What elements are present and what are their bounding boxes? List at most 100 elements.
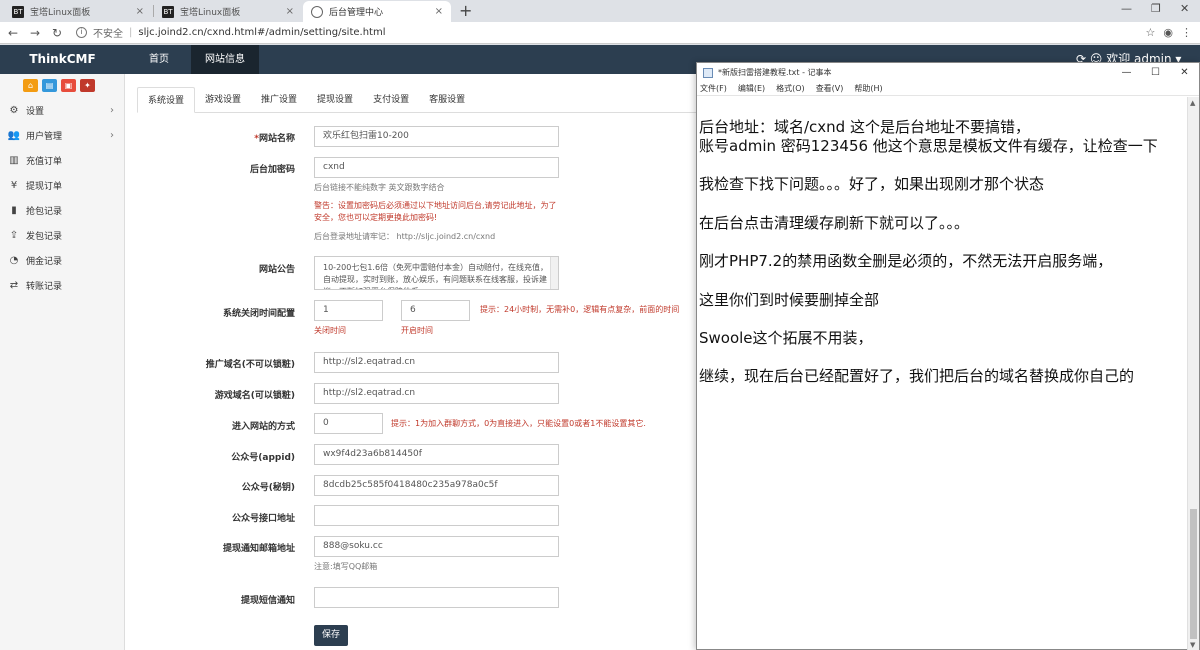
text-line: 这里你们到时候要删掉全部	[699, 290, 880, 309]
admin-code-hint: 后台链接不能纯数字 英文跟数字结合	[314, 183, 445, 192]
globe-icon	[311, 5, 323, 18]
text-line	[699, 156, 1189, 175]
browser-tab-3[interactable]: 后台管理中心 ×	[303, 1, 451, 22]
notepad-icon	[703, 67, 713, 78]
open-time-input[interactable]: 6	[401, 300, 470, 321]
browser-tab-2[interactable]: BT 宝塔Linux面板 ×	[154, 1, 302, 22]
scroll-up-icon[interactable]: ▲	[1190, 99, 1195, 107]
url-divider: |	[129, 27, 133, 38]
scroll-thumb[interactable]	[1190, 509, 1197, 639]
browser-tab-1[interactable]: BT 宝塔Linux面板 ×	[4, 1, 152, 22]
window-close-icon[interactable]: ✕	[1180, 2, 1189, 15]
close-icon[interactable]: ×	[136, 6, 144, 17]
browser-tab-bar: BT 宝塔Linux面板 × BT 宝塔Linux面板 × 后台管理中心 × +…	[0, 0, 1200, 22]
sidebar-item-label: 佣金记录	[26, 257, 63, 267]
sidebar-item-grab-records[interactable]: ▮ 抢包记录	[0, 198, 124, 223]
back-icon[interactable]: ←	[4, 26, 22, 40]
notice-label: 网站公告	[258, 265, 295, 275]
menu-view[interactable]: 查看(V)	[816, 83, 844, 94]
nav-site-info[interactable]: 网站信息	[191, 45, 259, 74]
admin-login-url-hint: 后台登录地址请牢记： http://sljc.joind2.cn/cxnd	[314, 232, 496, 241]
notepad-titlebar[interactable]: *新版扫雷搭建教程.txt - 记事本 — ☐ ✕	[697, 63, 1199, 82]
star-icon[interactable]: ☆	[1146, 26, 1156, 39]
textarea-scrollbar[interactable]	[550, 257, 558, 289]
close-time-input[interactable]: 1	[314, 300, 383, 321]
minimize-icon[interactable]: —	[1112, 67, 1141, 78]
entry-mode-input[interactable]: 0	[314, 413, 383, 434]
tab-label: 宝塔Linux面板	[180, 8, 241, 18]
upload-icon: ⇪	[9, 230, 19, 241]
sidebar-item-settings[interactable]: ⚙ 设置 ›	[0, 98, 124, 123]
sidebar-item-send-records[interactable]: ⇪ 发包记录	[0, 223, 124, 248]
scroll-down-icon[interactable]: ▼	[1190, 641, 1195, 649]
notepad-menubar: 文件(F) 编辑(E) 格式(O) 查看(V) 帮助(H)	[697, 82, 1199, 96]
close-time-caption: 关闭时间	[314, 326, 346, 335]
info-icon[interactable]: i	[76, 27, 87, 38]
document-icon[interactable]: ▤	[42, 79, 57, 92]
admin-code-warning: 警告：设置加密码后必须通过以下地址访问后台,请劳记此地址，为了安全，您也可以定期…	[314, 201, 557, 222]
yen-icon: ¥	[10, 180, 18, 191]
url-text: sljc.joind2.cn/cxnd.html#/admin/setting/…	[138, 27, 386, 38]
text-line	[699, 348, 1189, 367]
forward-icon[interactable]: →	[26, 26, 44, 40]
game-domain-input[interactable]: http://sl2.eqatrad.cn	[314, 383, 559, 404]
text-line: 刚才PHP7.2的禁用函数全删是必须的，不然无法开启服务端，	[699, 252, 1113, 271]
tab-system-settings[interactable]: 系统设置	[137, 87, 196, 113]
text-line	[699, 271, 1189, 290]
sidebar-item-withdraw-orders[interactable]: ¥ 提现订单	[0, 173, 124, 198]
restore-icon[interactable]: ❐	[1151, 2, 1161, 15]
minimize-icon[interactable]: —	[1121, 2, 1132, 15]
new-tab-button[interactable]: +	[459, 1, 472, 21]
text-line	[699, 310, 1189, 329]
tab-payment-settings[interactable]: 支付设置	[363, 87, 419, 113]
entry-mode-label: 进入网站的方式	[231, 422, 295, 432]
notepad-scrollbar[interactable]: ▲ ▼	[1187, 97, 1199, 650]
sidebar-item-label: 用户管理	[26, 132, 63, 142]
window-close-icon[interactable]: ✕	[1170, 67, 1199, 78]
menu-edit[interactable]: 编辑(E)	[738, 83, 765, 94]
entry-mode-tip: 提示：1为加入群聊方式，0为直接进入，只能设置0或者1不能设置其它.	[391, 419, 646, 428]
site-name-input[interactable]: 欢乐红包扫雷10-200	[314, 126, 559, 147]
sidebar-item-label: 转账记录	[26, 282, 63, 292]
menu-help[interactable]: 帮助(H)	[854, 83, 882, 94]
bt-favicon-icon: BT	[162, 5, 174, 18]
tab-game-settings[interactable]: 游戏设置	[195, 87, 251, 113]
menu-format[interactable]: 格式(O)	[776, 83, 805, 94]
url-input[interactable]: i 不安全 | sljc.joind2.cn/cxnd.html#/admin/…	[76, 24, 1146, 42]
text-line: 后台地址：域名/cxnd 这个是后台地址不要搞错，	[699, 118, 1030, 136]
tab-label: 后台管理中心	[329, 8, 384, 18]
tab-withdraw-settings[interactable]: 提现设置	[307, 87, 363, 113]
refresh-icon[interactable]: ✦	[80, 79, 95, 92]
brand-logo[interactable]: ThinkCMF	[0, 45, 125, 74]
notify-email-input[interactable]: 888@soku.cc	[314, 536, 559, 557]
reload-icon[interactable]: ↻	[48, 26, 66, 40]
tab-service-settings[interactable]: 客服设置	[419, 87, 475, 113]
close-time-label: 系统关闭时间配置	[222, 309, 295, 319]
more-icon[interactable]: ⋮	[1181, 26, 1192, 39]
maximize-icon[interactable]: ☐	[1141, 67, 1170, 78]
open-time-caption: 开启时间	[401, 326, 433, 335]
tab-promo-settings[interactable]: 推广设置	[251, 87, 307, 113]
sms-notify-label: 提现短信通知	[240, 596, 295, 606]
save-button[interactable]: 保存	[314, 625, 348, 646]
close-icon[interactable]: ×	[435, 6, 443, 17]
nav-home[interactable]: 首页	[135, 45, 183, 74]
admin-code-input[interactable]: cxnd	[314, 157, 559, 178]
menu-file[interactable]: 文件(F)	[700, 83, 727, 94]
api-url-input[interactable]	[314, 505, 559, 526]
trash-icon[interactable]: ▣	[61, 79, 76, 92]
promo-domain-input[interactable]: http://sl2.eqatrad.cn	[314, 352, 559, 373]
sidebar-item-label: 抢包记录	[26, 207, 63, 217]
sms-notify-input[interactable]	[314, 587, 559, 608]
sidebar-item-label: 设置	[26, 107, 45, 117]
settings-tabs: 系统设置 游戏设置 推广设置 提现设置 支付设置 客服设置	[137, 87, 696, 113]
notice-textarea[interactable]: 10-200七包1.6倍（免死中雷赔付本金）自动赔付，在线充值，自动提现，实时到…	[314, 256, 559, 290]
appid-input[interactable]: wx9f4d23a6b814450f	[314, 444, 559, 465]
sidebar-item-transfer-records[interactable]: ⇄ 转账记录	[0, 273, 124, 298]
profile-icon[interactable]: ◉	[1163, 26, 1173, 39]
sidebar-item-label: 充值订单	[26, 157, 63, 167]
home-icon[interactable]: ⌂	[23, 79, 38, 92]
notepad-text-area[interactable]: 后台地址：域名/cxnd 这个是后台地址不要搞错， 账号admin 密码1234…	[697, 97, 1189, 650]
close-icon[interactable]: ×	[286, 6, 294, 17]
secret-input[interactable]: 8dcdb25c585f0418480c235a978a0c5f	[314, 475, 559, 496]
